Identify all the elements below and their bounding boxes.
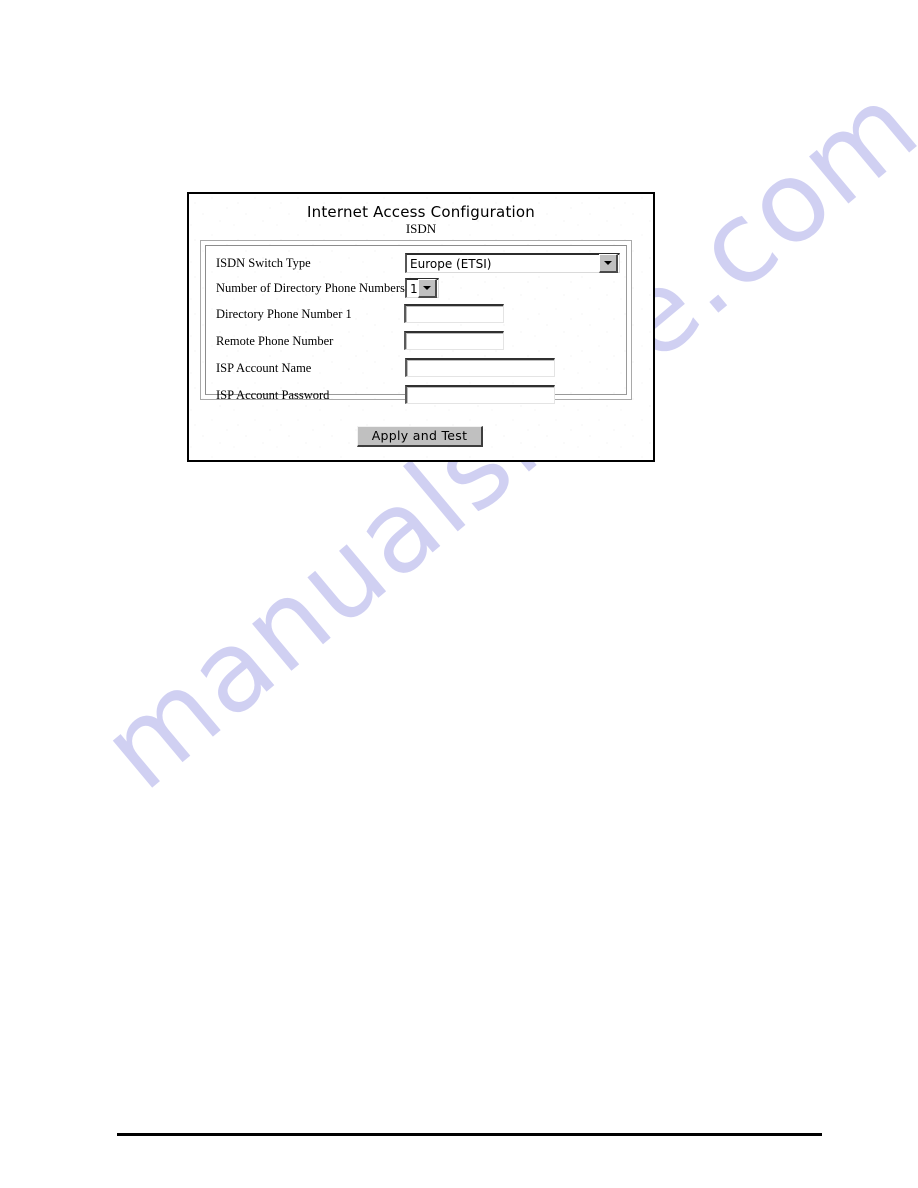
- label-isp-account-password: ISP Account Password: [216, 388, 330, 402]
- chevron-down-icon[interactable]: [599, 254, 618, 273]
- internet-access-configuration-dialog: Internet Access Configuration ISDN ISDN …: [187, 192, 655, 462]
- isdn-switch-type-select[interactable]: Europe (ETSI): [405, 253, 620, 273]
- row-number-of-directory-phone-numbers: Number of Directory Phone Numbers 1: [216, 277, 620, 299]
- settings-form-panel-inner: ISDN Switch Type Europe (ETSI) Number of…: [205, 245, 627, 404]
- isdn-switch-type-value: Europe (ETSI): [410, 256, 492, 271]
- number-of-directory-phone-numbers-select[interactable]: 1: [405, 278, 439, 298]
- isp-account-password-input[interactable]: [405, 385, 555, 404]
- dialog-header: Internet Access Configuration ISDN: [189, 203, 653, 237]
- row-directory-phone-number-1: Directory Phone Number 1: [216, 303, 620, 325]
- apply-and-test-button[interactable]: Apply and Test: [357, 426, 483, 447]
- chevron-down-icon[interactable]: [418, 279, 437, 298]
- row-isp-account-password: ISP Account Password: [216, 384, 620, 406]
- isp-account-name-input[interactable]: [405, 358, 555, 377]
- remote-phone-number-input[interactable]: [404, 331, 504, 350]
- row-isdn-switch-type: ISDN Switch Type Europe (ETSI): [216, 252, 620, 274]
- label-remote-phone-number: Remote Phone Number: [216, 334, 334, 348]
- row-isp-account-name: ISP Account Name: [216, 357, 620, 379]
- number-of-directory-phone-numbers-value: 1: [410, 281, 418, 296]
- page-title: Internet Access Configuration: [307, 203, 535, 221]
- page-subtitle: ISDN: [405, 221, 437, 236]
- directory-phone-number-1-input[interactable]: [404, 304, 504, 323]
- row-remote-phone-number: Remote Phone Number: [216, 330, 620, 352]
- watermark-layer: manualshive.com: [0, 0, 918, 1188]
- footer-divider: [117, 1133, 822, 1136]
- label-isdn-switch-type: ISDN Switch Type: [216, 256, 311, 270]
- label-directory-phone-number-1: Directory Phone Number 1: [216, 307, 352, 321]
- label-isp-account-name: ISP Account Name: [216, 361, 312, 375]
- label-number-of-directory-phone-numbers: Number of Directory Phone Numbers: [216, 281, 405, 295]
- settings-form-panel: ISDN Switch Type Europe (ETSI) Number of…: [200, 240, 632, 404]
